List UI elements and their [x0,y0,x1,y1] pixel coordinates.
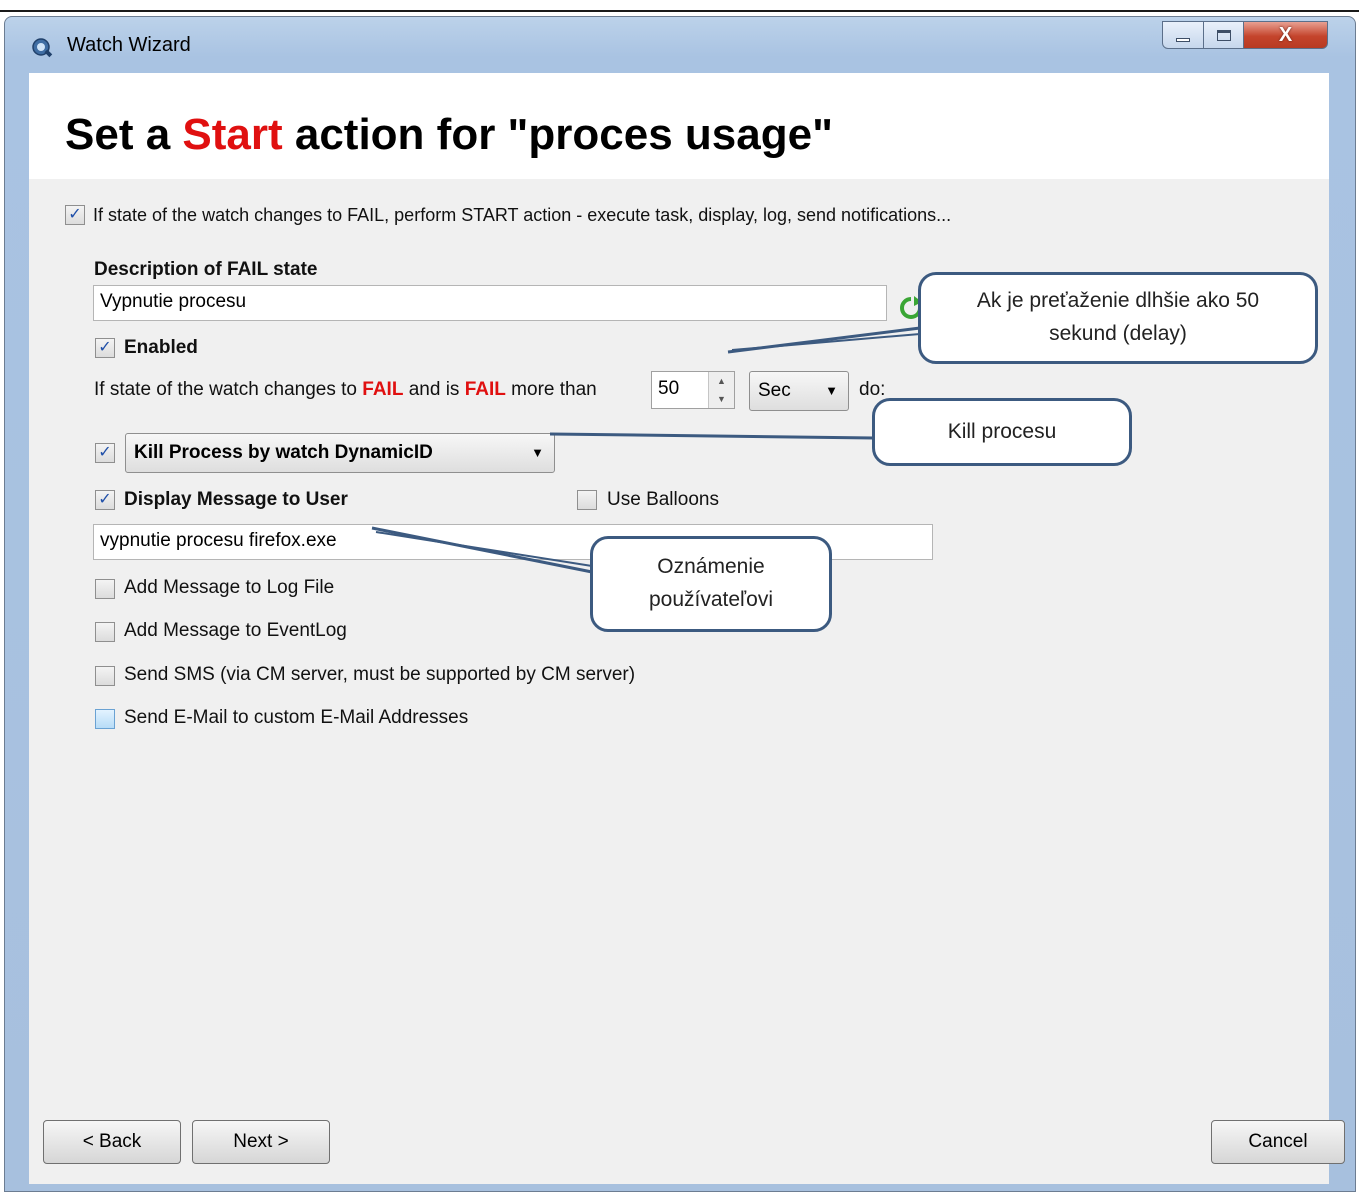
delay-callout-line-2: sekund (delay) [1049,322,1187,345]
notify-callout: Oznámenie používateľovi [590,536,832,632]
notify-callout-line-2: používateľovi [648,588,774,611]
notify-callout-line-1: Oznámenie [657,555,765,579]
delay-callout: Ak je preťaženie dlhšie ako 50 sekund (d… [918,272,1318,364]
delay-callout-line-1: Ak je preťaženie dlhšie ako 50 [976,289,1260,313]
kill-callout: Kill procesu [872,398,1132,466]
